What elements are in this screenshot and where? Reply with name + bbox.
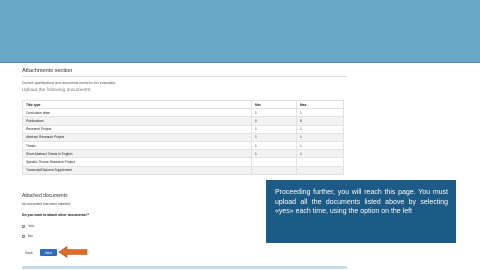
section-subtitle: Declare qualifications and documents use…: [22, 81, 117, 85]
radio-option-yes[interactable]: Yes: [22, 224, 34, 228]
doc-max: [296, 157, 344, 167]
table-row: Specific Theme Research Project: [22, 157, 344, 167]
back-button[interactable]: Back: [22, 249, 36, 256]
upload-title: Upload the following documents:: [22, 88, 92, 93]
doc-max: 8: [296, 116, 344, 126]
attached-documents-title: Attached documents: [22, 193, 68, 199]
doc-title: Short Abstract Thesis in English: [22, 149, 252, 159]
doc-min: 1: [251, 140, 297, 151]
table-row: Thesis 1 1: [22, 140, 344, 151]
radio-no[interactable]: [22, 234, 25, 238]
doc-min: 1: [251, 149, 297, 159]
next-button[interactable]: Next: [40, 249, 57, 256]
instruction-callout: Proceeding further, you will reach this …: [266, 180, 456, 243]
doc-title: Transcript/Diploma Supplement: [22, 165, 252, 175]
page-bottom-bar: [22, 266, 347, 269]
doc-title: Thesis: [22, 140, 252, 151]
doc-max: 1: [296, 124, 344, 134]
no-documents-text: No document has been inserted.: [22, 202, 72, 206]
table-row: Short Abstract Thesis in English 1 1: [22, 149, 344, 159]
table-row: Abstract Research Project 1 1: [22, 132, 344, 142]
table-header-row: Title type Min Max: [22, 99, 344, 110]
table-row: Curriculum vitae 1 1: [22, 108, 344, 118]
doc-max: 1: [296, 108, 344, 118]
radio-no-label: No: [28, 234, 33, 238]
section-title: Attachments section: [22, 68, 73, 74]
attach-question: Do you want to attach other documents?*: [22, 213, 90, 217]
doc-min: 1: [251, 108, 297, 118]
doc-title: Curriculum vitae: [22, 108, 252, 118]
col-min: Min: [251, 99, 297, 110]
doc-max: [296, 165, 344, 175]
doc-min: 0: [251, 116, 297, 126]
table-row: Research Project 1 1: [22, 124, 344, 134]
doc-title: Research Project: [22, 124, 252, 134]
doc-min: 1: [251, 124, 297, 134]
radio-option-no[interactable]: No: [22, 234, 33, 238]
radio-yes[interactable]: [22, 224, 25, 228]
doc-max: 1: [296, 149, 344, 159]
table-row: Publications 0 8: [22, 116, 344, 126]
doc-title: Specific Theme Research Project: [22, 157, 252, 167]
divider: [22, 76, 347, 77]
doc-title: Publications: [22, 116, 252, 126]
header-banner: [0, 0, 480, 63]
doc-max: 1: [296, 132, 344, 142]
radio-yes-label: Yes: [28, 224, 34, 228]
arrow-left-icon: [58, 246, 88, 258]
col-title-type: Title type: [22, 99, 252, 110]
doc-min: [251, 165, 297, 175]
doc-min: [251, 157, 297, 167]
doc-min: 1: [251, 132, 297, 142]
documents-table: Title type Min Max Curriculum vitae 1 1 …: [22, 99, 344, 175]
table-row: Transcript/Diploma Supplement: [22, 165, 344, 175]
doc-title: Abstract Research Project: [22, 132, 252, 142]
col-max: Max: [296, 99, 344, 110]
doc-max: 1: [296, 140, 344, 151]
